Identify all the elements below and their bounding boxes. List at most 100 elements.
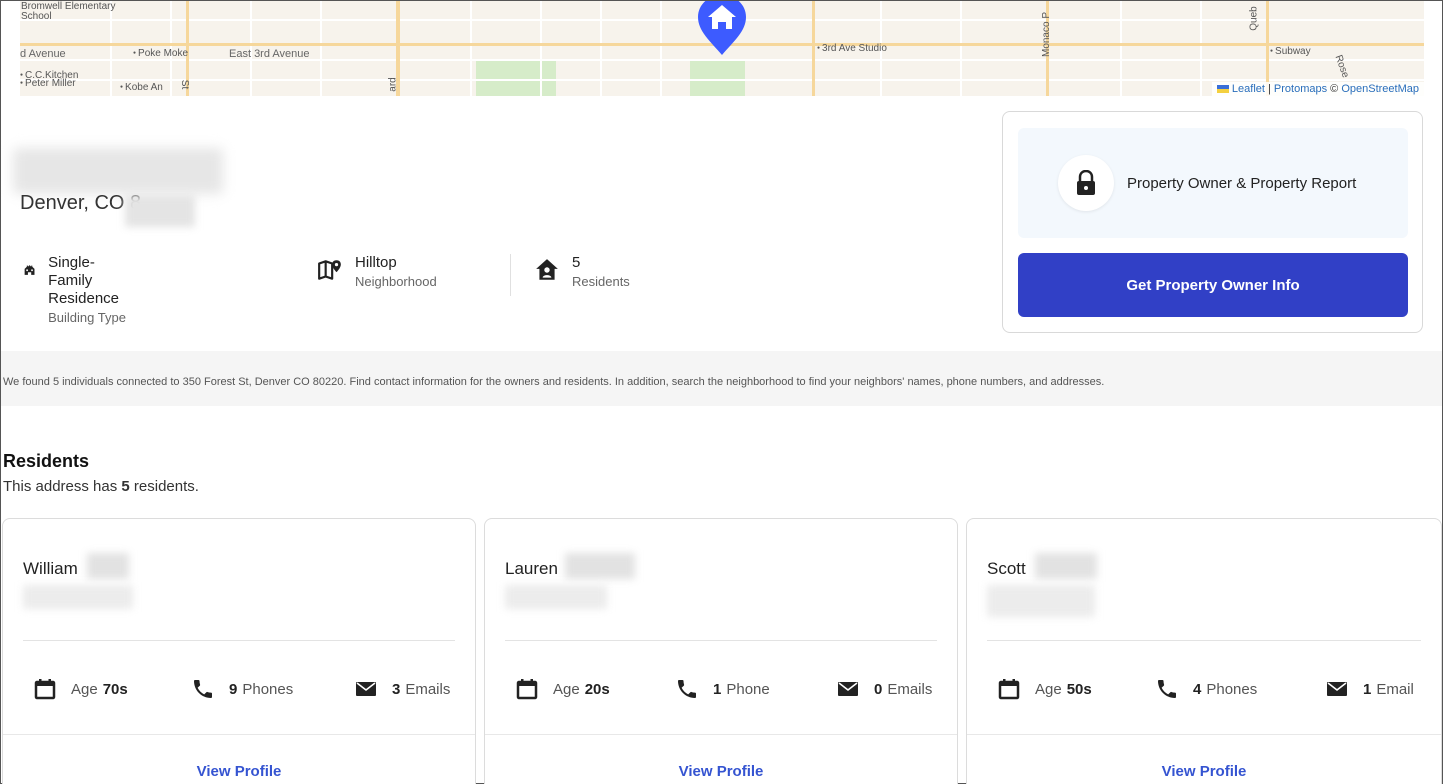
- building-icon: [24, 265, 35, 275]
- view-profile-link[interactable]: View Profile: [485, 763, 957, 780]
- stat-emails: 0 Emails: [836, 677, 932, 701]
- map-label-rose: Rose: [1332, 53, 1351, 80]
- resident-card[interactable]: Lauren Age 20s 1 Phone 0 Emails View Profil…: [484, 518, 958, 784]
- phone-icon: [194, 680, 212, 698]
- resident-stats: Age 50s 4 Phones 1 Email: [967, 677, 1441, 701]
- map-major-road: [812, 1, 815, 96]
- map-road: [1200, 1, 1202, 96]
- resident-stats: Age 20s 1 Phone 0 Emails: [485, 677, 957, 701]
- phones-count: 9: [229, 680, 238, 698]
- fact-value: Hilltop: [355, 254, 397, 271]
- fact-divider: [510, 254, 511, 296]
- zip-redacted: [125, 195, 195, 227]
- lock-icon: [1077, 170, 1095, 195]
- fact-label: Building Type: [48, 310, 126, 325]
- openstreetmap-link[interactable]: OpenStreetMap: [1341, 83, 1419, 95]
- phones-count: 4: [1193, 680, 1202, 698]
- mail-icon: [356, 682, 376, 696]
- view-profile-link[interactable]: View Profile: [3, 763, 475, 780]
- age-value: 70s: [102, 680, 128, 698]
- card-divider: [23, 640, 455, 641]
- resident-name: Lauren: [505, 559, 558, 578]
- fact-label: Residents: [572, 274, 630, 289]
- age-label: Age: [553, 680, 580, 698]
- resident-name: William: [23, 559, 78, 578]
- stat-emails: 3 Emails: [354, 677, 450, 701]
- map-label-east-3rd: East 3rd Avenue: [229, 48, 310, 60]
- fact-value: Single-Family Residence: [48, 254, 120, 307]
- notice-text: We found 5 individuals connected to 350 …: [1, 351, 1442, 406]
- detail-redacted: [987, 585, 1095, 617]
- surname-redacted: [565, 553, 635, 579]
- ukraine-flag-icon: [1216, 85, 1229, 94]
- card-divider: [967, 734, 1441, 735]
- emails-label: Email: [1376, 680, 1414, 698]
- stat-age: Age 20s: [515, 677, 615, 701]
- resident-card[interactable]: William Age 70s 9 Phones 3 Emails View Prof…: [2, 518, 476, 784]
- phones-label: Phone: [726, 680, 770, 698]
- calendar-icon: [516, 679, 538, 700]
- stat-age: Age 70s: [33, 677, 133, 701]
- phone-icon: [1158, 680, 1176, 698]
- emails-label: Emails: [405, 680, 451, 698]
- surname-redacted: [1035, 553, 1097, 579]
- leaflet-link[interactable]: Leaflet: [1232, 83, 1265, 95]
- lock-badge: [1058, 155, 1114, 211]
- map-road: [470, 1, 472, 96]
- stat-phones: 4 Phones: [1155, 677, 1257, 701]
- mail-icon: [838, 682, 858, 696]
- view-profile-link[interactable]: View Profile: [967, 763, 1441, 780]
- subtitle-pre: This address has: [3, 478, 122, 495]
- card-divider: [987, 640, 1421, 641]
- subtitle-post: residents.: [129, 478, 199, 495]
- phones-label: Phones: [242, 680, 294, 698]
- age-value: 20s: [584, 680, 610, 698]
- age-label: Age: [1035, 680, 1062, 698]
- phone-icon: [678, 680, 696, 698]
- card-divider: [3, 734, 475, 735]
- fact-residents: 5 Residents: [534, 254, 630, 292]
- city-state: Denver, CO 8: [20, 192, 142, 214]
- home-pin-icon[interactable]: [696, 1, 748, 55]
- protomaps-link[interactable]: Protomaps: [1274, 83, 1327, 95]
- detail-redacted: [23, 585, 133, 609]
- detail-redacted: [505, 585, 607, 609]
- map-road: [960, 1, 962, 96]
- map-road: [20, 79, 1424, 81]
- stat-phones: 1 Phone: [675, 677, 770, 701]
- phones-count: 1: [713, 680, 722, 698]
- map-attribution: Leaflet | Protomaps © OpenStreetMap: [1211, 82, 1424, 96]
- phones-label: Phones: [1206, 680, 1258, 698]
- age-label: Age: [71, 680, 98, 698]
- resident-card[interactable]: Scott Age 50s 4 Phones 1 Email View Profile: [966, 518, 1442, 784]
- resident-count: 5: [121, 478, 130, 495]
- emails-count: 1: [1363, 680, 1372, 698]
- map-label-kobe-an: Kobe An: [120, 82, 163, 93]
- map-label-peter-miller: Peter Miller: [20, 78, 76, 89]
- stat-age: Age 50s: [997, 677, 1097, 701]
- property-report-label: Property Owner & Property Report: [1127, 174, 1357, 192]
- resident-name: Scott: [987, 559, 1026, 578]
- age-value: 50s: [1066, 680, 1092, 698]
- emails-count: 0: [874, 680, 883, 698]
- home-user-icon: [536, 259, 558, 280]
- map-road: [1120, 1, 1122, 96]
- map-road: [320, 1, 322, 96]
- emails-label: Emails: [887, 680, 933, 698]
- map-road: [600, 1, 602, 96]
- calendar-icon: [34, 679, 56, 700]
- map-label-studio: 3rd Ave Studio: [817, 43, 887, 54]
- calendar-icon: [998, 679, 1020, 700]
- get-property-owner-info-button[interactable]: Get Property Owner Info: [1018, 253, 1408, 317]
- property-report-box[interactable]: Property Owner & Property Report: [1018, 128, 1408, 238]
- map-label-queb: Queb: [1248, 6, 1260, 31]
- street-address-redacted: [13, 148, 223, 194]
- card-divider: [485, 734, 957, 735]
- mail-icon: [1327, 682, 1347, 696]
- attribution-sep: |: [1264, 83, 1274, 95]
- map-label-st: St: [179, 79, 191, 90]
- emails-count: 3: [392, 680, 401, 698]
- neighborhood-map[interactable]: Bromwell Elementary School d Avenue Poke…: [20, 1, 1424, 96]
- map-label-school: Bromwell Elementary School: [21, 1, 116, 22]
- owner-report-card: Property Owner & Property Report Get Pro…: [1002, 111, 1423, 333]
